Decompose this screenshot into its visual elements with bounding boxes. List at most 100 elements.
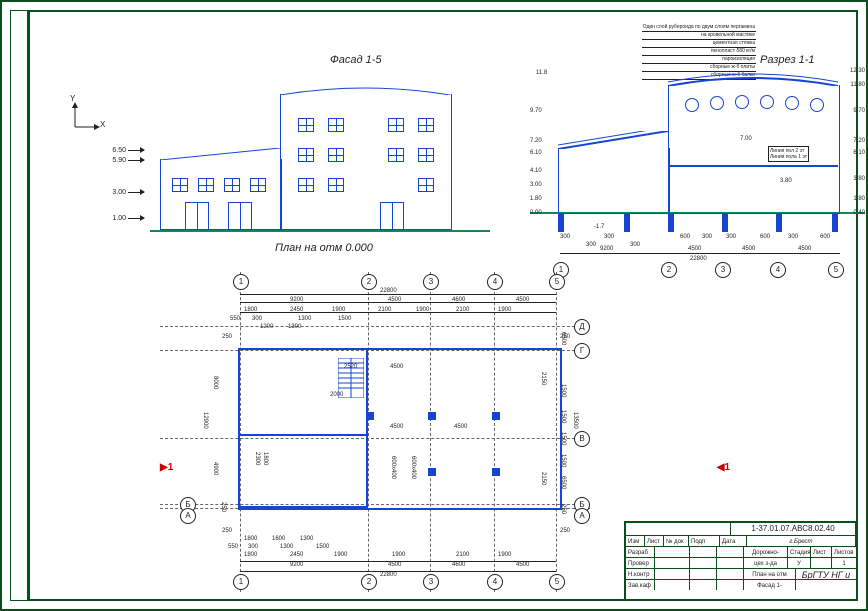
dim-label: 1600	[272, 536, 285, 542]
truss-circle-icon	[810, 98, 824, 112]
dim-label: 250	[220, 502, 226, 512]
tb-h: Стадия	[788, 547, 811, 557]
tb-v: 1	[832, 558, 856, 568]
role: Н.контр	[626, 569, 655, 579]
dim-label: 1500	[560, 384, 566, 397]
facade-low-block	[160, 159, 282, 230]
dim-line	[560, 253, 840, 254]
elev-label: 0.00	[530, 210, 542, 216]
dim-label: 600	[820, 234, 830, 240]
door-icon	[228, 202, 252, 230]
axis-bubble: 4	[770, 262, 786, 278]
dim-label: 13500	[572, 412, 578, 429]
elev-label: 1.80	[853, 196, 865, 202]
dim-label: 1500	[560, 410, 566, 423]
section-view: Линия пол 2 этЛиния пола 1 эт 7.00 3.80 …	[530, 67, 865, 262]
elev-label: 3.80	[853, 176, 865, 182]
dim-label: 300	[604, 234, 614, 240]
dim-label: 600	[680, 234, 690, 240]
dim-label: 1800	[244, 536, 257, 542]
elev-label: 6.10	[530, 150, 542, 156]
foundation	[624, 214, 630, 232]
dim-label: 22800	[380, 288, 397, 294]
drawing-sheet: Y X Один слой рубероида по двум слоям пе…	[0, 0, 868, 611]
dim-label: 4500	[454, 424, 467, 430]
window-icon	[418, 178, 434, 192]
sect-low-roof	[558, 131, 668, 149]
axis-bubble: Д	[574, 319, 590, 335]
dim-line	[240, 294, 556, 295]
partition	[240, 434, 366, 436]
dim-label: 2150	[540, 472, 546, 485]
truss-circle-icon	[685, 98, 699, 112]
column	[492, 412, 500, 420]
elev-label: 4.10	[530, 168, 542, 174]
axis-bubble: 4	[487, 274, 503, 290]
window-icon	[250, 178, 266, 192]
dim-label: 2450	[290, 307, 303, 313]
tb-v: У	[788, 558, 811, 568]
dim-label: 4600	[452, 562, 465, 568]
dim-label: 9200	[600, 246, 613, 252]
role: Разраб	[626, 547, 655, 557]
tb-h: Подп	[689, 536, 720, 546]
axis-bubble: В	[574, 431, 590, 447]
elev-label: 0.40	[853, 210, 865, 216]
dim-label: 2300	[254, 452, 260, 465]
axis-y-label: Y	[70, 94, 75, 103]
axis-bubble: 3	[423, 274, 439, 290]
dim-label: 7.00	[740, 136, 752, 142]
column	[428, 468, 436, 476]
dim-label: 4500	[390, 364, 403, 370]
dim-label: 250	[222, 528, 232, 534]
foundation	[832, 214, 838, 232]
dim-label: 22800	[380, 572, 397, 578]
dim-label: 300	[560, 234, 570, 240]
elev-mark: 3.00	[96, 189, 144, 196]
desc: Фасад 1-5,Разрез 1-1	[744, 580, 796, 590]
dim-label: 600	[760, 234, 770, 240]
ground-line	[150, 230, 490, 232]
sect-low	[558, 148, 670, 214]
org: БрГТУ НГ и ИГ	[796, 569, 856, 579]
elev-label: 9.70	[853, 108, 865, 114]
dim-label: 1500	[560, 454, 566, 467]
elev-label: 6.10	[853, 150, 865, 156]
dim-label: 300	[788, 234, 798, 240]
dim-label: 1300	[298, 316, 311, 322]
dim-label: 4500	[388, 562, 401, 568]
elev-label: 1.80	[530, 196, 542, 202]
axis-bubble: А	[574, 508, 590, 524]
axis-bubble: 2	[661, 262, 677, 278]
window-icon	[172, 178, 188, 192]
inner-frame: Y X Один слой рубероида по двум слоям пе…	[28, 10, 858, 601]
elev-mark: 1.00	[96, 215, 144, 222]
dim-label: 2150	[540, 372, 546, 385]
window-icon	[298, 148, 314, 162]
low-roof	[160, 148, 280, 160]
window-icon	[224, 178, 240, 192]
axis-bubble: 3	[715, 262, 731, 278]
truss-circle-icon	[785, 96, 799, 110]
dim-label: 4500	[742, 246, 755, 252]
door-icon	[185, 202, 209, 230]
dim-label: 1300	[288, 324, 301, 330]
dim-label: 250	[222, 334, 232, 340]
dim-label: 600х400	[390, 456, 396, 479]
plan-title: План на отм 0.000	[275, 242, 373, 254]
dim-label: 1900	[416, 307, 429, 313]
desc: Дорожно-транспортный	[744, 547, 788, 557]
dim-label: 4500	[798, 246, 811, 252]
axis-bubble: А	[180, 508, 196, 524]
main-roof	[280, 85, 450, 95]
window-icon	[418, 148, 434, 162]
tb-v	[811, 558, 832, 568]
tb-h: Изм	[626, 536, 645, 546]
truss-circle-icon	[760, 95, 774, 109]
dim-line	[240, 571, 556, 572]
foundation	[722, 214, 728, 232]
dim-label: 300	[630, 242, 640, 248]
elev-label: 9.70	[530, 108, 542, 114]
dim-label: 1800	[244, 307, 257, 313]
dim-label: 1300	[280, 544, 293, 550]
